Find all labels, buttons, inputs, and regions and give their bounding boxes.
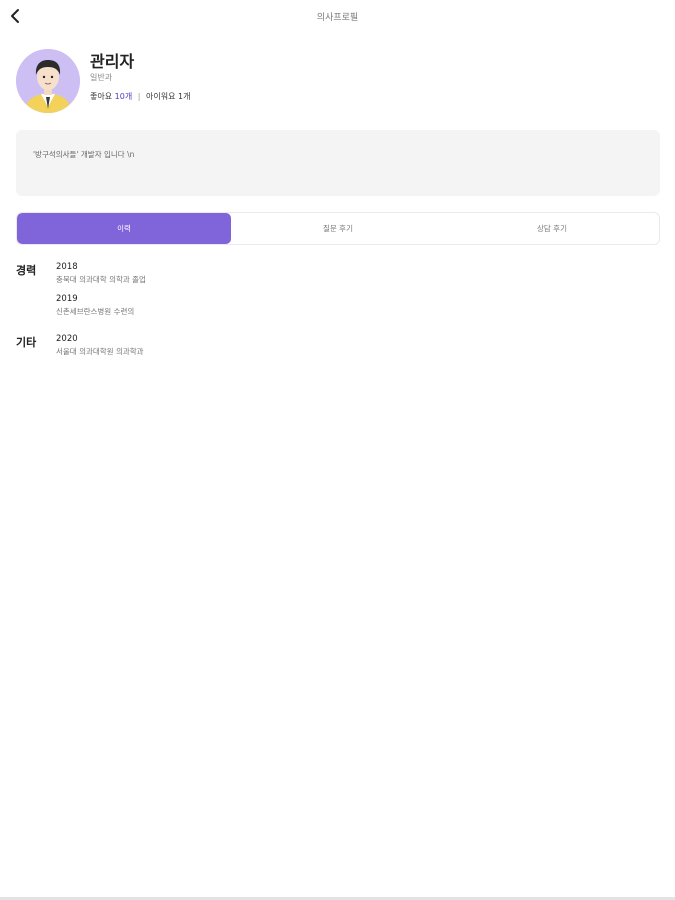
entry-year: 2019 xyxy=(56,294,78,304)
entry-description: 충북대 의과대학 의학과 졸업 xyxy=(56,275,146,284)
profile-stats: 좋아요 10개 | 아이워요 1개 xyxy=(90,91,190,102)
entry-description: 서울대 의과대학원 의과학과 xyxy=(56,347,144,356)
section-title-career: 경력 xyxy=(16,264,37,277)
page-title: 의사프로필 xyxy=(316,13,359,23)
ideas-count: 1개 xyxy=(177,92,191,101)
likes-label: 좋아요 xyxy=(90,92,113,101)
tab-history[interactable]: 이력 xyxy=(17,213,231,244)
profile-tabs: 이력 질문 후기 상담 후기 xyxy=(16,212,660,245)
avatar xyxy=(16,49,80,113)
tab-consult-reviews[interactable]: 상담 후기 xyxy=(445,213,659,244)
entry-year: 2018 xyxy=(56,262,78,272)
section-title-other: 기타 xyxy=(16,336,37,349)
intro-box: '방구석의사들' 개발자 입니다 \n xyxy=(16,130,660,196)
doctor-illustration xyxy=(16,49,80,113)
stats-separator: | xyxy=(137,92,141,101)
top-bar: 의사프로필 xyxy=(0,0,675,34)
entry-description: 신촌세브란스병원 수련의 xyxy=(56,307,135,316)
intro-text: '방구석의사들' 개발자 입니다 \n xyxy=(33,150,135,159)
ideas-label: 아이워요 xyxy=(145,92,176,101)
doctor-name: 관리자 xyxy=(90,52,135,71)
doctor-specialty: 일반과 xyxy=(90,73,113,82)
entry-year: 2020 xyxy=(56,334,78,344)
likes-count: 10개 xyxy=(114,92,133,101)
doctor-profile-page: 의사프로필 관리자 일반과 좋아요 10개 | 아이워요 1개 '방구석의사들'… xyxy=(0,0,675,900)
tab-question-reviews[interactable]: 질문 후기 xyxy=(231,213,445,244)
